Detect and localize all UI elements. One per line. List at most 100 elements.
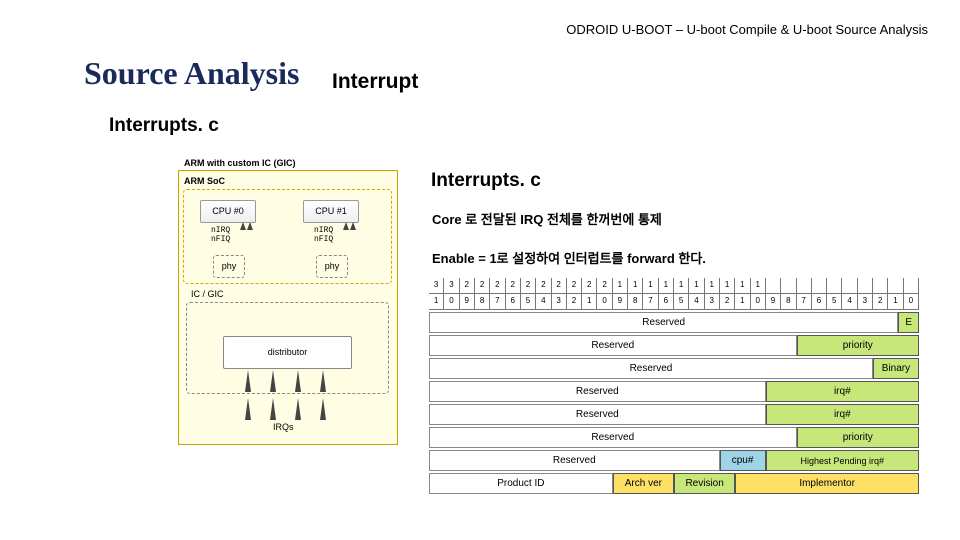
register-field: Reserved	[429, 381, 766, 402]
icgic-label: IC / GIC	[191, 289, 224, 299]
bit-cell: 2	[520, 278, 535, 293]
bit-cell: 1	[673, 278, 688, 293]
bit-cell: 2	[474, 278, 489, 293]
register-row: Reservedcpu#Highest Pending irq#	[429, 450, 919, 471]
bit-cell: 3	[704, 294, 719, 309]
register-field: Implementor	[735, 473, 919, 494]
bit-cell	[903, 278, 919, 293]
bit-cell: 1	[612, 278, 627, 293]
bit-cell: 0	[443, 294, 458, 309]
bit-cell: 2	[505, 278, 520, 293]
bit-cell: 1	[658, 278, 673, 293]
arm-label: ARM with custom IC (GIC)	[184, 158, 296, 168]
bit-cell: 6	[811, 294, 826, 309]
register-field: E	[898, 312, 919, 333]
register-row: Reservedirq#	[429, 381, 919, 402]
bit-cell: 2	[566, 294, 581, 309]
bit-cell	[796, 278, 811, 293]
bit-cell: 1	[734, 294, 749, 309]
register-field: priority	[797, 335, 920, 356]
bit-cell: 2	[872, 294, 887, 309]
bit-cell: 1	[719, 278, 734, 293]
register-field: Highest Pending irq#	[766, 450, 919, 471]
bit-cell: 5	[520, 294, 535, 309]
bit-cell: 7	[642, 294, 657, 309]
bit-cell: 1	[429, 294, 443, 309]
phy-1: phy	[316, 255, 348, 278]
bit-cell	[811, 278, 826, 293]
description-2: Enable = 1로 설정하여 인터럽트를 forward 한다.	[432, 248, 706, 267]
bit-cell	[841, 278, 856, 293]
bit-cell: 3	[857, 294, 872, 309]
bit-cell: 4	[688, 294, 703, 309]
register-diagram: 3322222222221111111111 10987654321098765…	[429, 278, 919, 494]
page-title: Source Analysis	[84, 55, 299, 92]
bit-cell: 8	[627, 294, 642, 309]
bit-cell: 1	[581, 294, 596, 309]
bit-cell: 7	[796, 294, 811, 309]
bit-cell: 0	[750, 294, 765, 309]
bit-cell: 0	[903, 294, 919, 309]
bit-cell: 8	[780, 294, 795, 309]
sig-cpu0: nIRQnFIQ	[211, 227, 230, 245]
register-field: Reserved	[429, 427, 797, 448]
bit-cell: 8	[474, 294, 489, 309]
register-row: Reservedpriority	[429, 335, 919, 356]
bit-cell: 9	[765, 294, 780, 309]
bit-cell	[887, 278, 902, 293]
description-1: Core 로 전달된 IRQ 전체를 한꺼번에 통제	[432, 209, 662, 228]
phy-0: phy	[213, 255, 245, 278]
bit-cell: 4	[535, 294, 550, 309]
bit-cell: 1	[734, 278, 749, 293]
register-field: Reserved	[429, 450, 720, 471]
bit-cell: 2	[535, 278, 550, 293]
section-left: Interrupts. c	[109, 115, 219, 137]
register-field: Reserved	[429, 335, 797, 356]
bit-cell: 0	[596, 294, 611, 309]
bit-cell: 1	[750, 278, 765, 293]
bit-cell	[765, 278, 780, 293]
gic-diagram: ARM with custom IC (GIC) ARM SoC CPU #0 …	[175, 160, 400, 450]
bit-cell: 2	[489, 278, 504, 293]
bit-cell: 2	[551, 278, 566, 293]
bit-row-low: 10987654321098765432109876543210	[429, 294, 919, 310]
bit-cell: 9	[612, 294, 627, 309]
register-row: ReservedBinary Point	[429, 358, 919, 379]
bit-cell	[780, 278, 795, 293]
bit-cell	[872, 278, 887, 293]
bit-cell: 3	[429, 278, 443, 293]
register-row: Product IDArch verRevisionImplementor	[429, 473, 919, 494]
bit-cell: 1	[642, 278, 657, 293]
sig-cpu1: nIRQnFIQ	[314, 227, 333, 245]
register-field: Reserved	[429, 312, 898, 333]
soc-label: ARM SoC	[184, 176, 225, 186]
bit-cell	[826, 278, 841, 293]
irqs-label: IRQs	[273, 422, 294, 432]
bit-cell: 2	[566, 278, 581, 293]
register-row: ReservedE	[429, 312, 919, 333]
bit-cell: 3	[551, 294, 566, 309]
bit-cell: 5	[673, 294, 688, 309]
bit-cell: 9	[459, 294, 474, 309]
register-field: Arch ver	[613, 473, 674, 494]
bit-cell: 3	[443, 278, 458, 293]
bit-cell: 2	[596, 278, 611, 293]
register-field: cpu#	[720, 450, 766, 471]
register-field: Reserved	[429, 358, 873, 379]
bit-cell: 1	[887, 294, 902, 309]
bit-cell: 2	[459, 278, 474, 293]
section-right: Interrupts. c	[431, 170, 541, 192]
bit-cell: 2	[581, 278, 596, 293]
distributor: distributor	[223, 336, 352, 369]
register-field: irq#	[766, 381, 919, 402]
bit-cell: 4	[841, 294, 856, 309]
bit-cell: 6	[658, 294, 673, 309]
cpu-0: CPU #0	[200, 200, 256, 223]
bit-cell: 1	[704, 278, 719, 293]
bit-cell: 1	[627, 278, 642, 293]
bit-row-high: 3322222222221111111111	[429, 278, 919, 294]
bit-cell: 5	[826, 294, 841, 309]
bit-cell: 6	[505, 294, 520, 309]
cpu-1: CPU #1	[303, 200, 359, 223]
register-row: Reservedpriority	[429, 427, 919, 448]
